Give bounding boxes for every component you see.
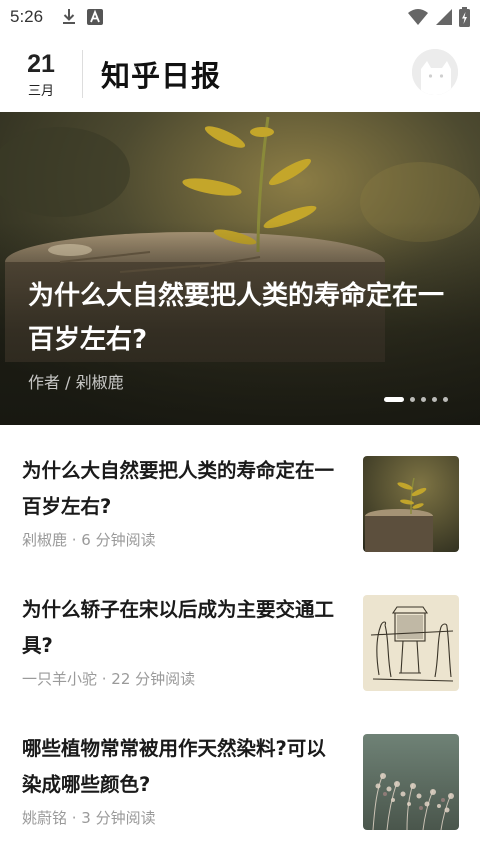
carousel-dot [443,397,448,402]
hero-banner[interactable]: 为什么大自然要把人类的寿命定在一百岁左右? 作者 / 剁椒鹿 [0,112,480,425]
avatar-placeholder-icon [412,49,458,95]
list-item[interactable]: 为什么轿子在宋以后成为主要交通工具? 一只羊小驼 · 22 分钟阅读 [0,564,480,703]
signal-icon [436,9,452,25]
carousel-dot [410,397,415,402]
story-title[interactable]: 为什么轿子在宋以后成为主要交通工具? [22,592,344,664]
header-divider [82,50,83,98]
date-day: 21 [27,49,55,78]
app-header: 21 三月 知乎日报 [0,40,480,108]
app-title: 知乎日报 [101,59,222,93]
story-title[interactable]: 哪些植物常常被用作天然染料?可以染成哪些颜色? [22,731,344,803]
sedan-chair-sketch-image [363,595,459,691]
wifi-icon [408,9,428,25]
story-meta: 姚蔚铭 · 3 分钟阅读 [22,809,156,827]
hero-author: 作者 / 剁椒鹿 [28,373,124,392]
a-notification-icon [87,9,104,25]
story-meta: 一只羊小驼 · 22 分钟阅读 [22,670,196,688]
story-meta: 剁椒鹿 · 6 分钟阅读 [22,531,156,549]
carousel-dot-active [384,397,404,402]
download-icon [63,9,76,24]
story-list: 为什么大自然要把人类的寿命定在一百岁左右? 剁椒鹿 · 6 分钟阅读 为什么轿子… [0,425,480,842]
carousel-dot [432,397,437,402]
carousel-dot [421,397,426,402]
wild-plants-image [363,734,459,830]
status-bar: 5:26 [0,0,480,34]
date-month: 三月 [27,83,54,99]
plant-on-stump-image [363,456,459,552]
hero-title[interactable]: 为什么大自然要把人类的寿命定在一百岁左右? [28,274,458,362]
list-item[interactable]: 哪些植物常常被用作天然染料?可以染成哪些颜色? 姚蔚铭 · 3 分钟阅读 [0,703,480,842]
story-title[interactable]: 为什么大自然要把人类的寿命定在一百岁左右? [22,453,344,525]
date-badge: 21 三月 [0,50,82,99]
list-item[interactable]: 为什么大自然要把人类的寿命定在一百岁左右? 剁椒鹿 · 6 分钟阅读 [0,425,480,564]
carousel-indicator [384,397,448,402]
battery-charging-icon [459,7,470,27]
avatar[interactable] [412,49,458,95]
status-time: 5:26 [10,7,44,26]
